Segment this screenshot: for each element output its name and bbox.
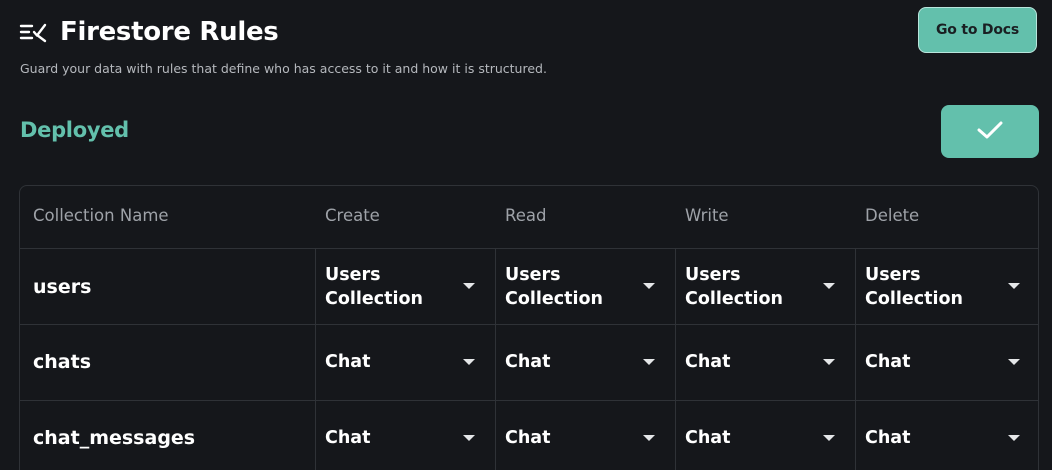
create-rule-select[interactable]: Chat [315,401,495,470]
select-value: Users Collection [505,265,603,309]
table-row: chats Chat Chat Chat Chat [20,325,1038,401]
delete-rule-select[interactable]: Chat [855,401,1038,470]
firestore-rules-page: Firestore Rules Guard your data with rul… [0,0,1052,470]
chevron-down-icon [463,359,475,365]
write-rule-select[interactable]: Chat [675,325,855,400]
create-rule-select[interactable]: Chat [315,325,495,400]
chevron-down-icon [643,359,655,365]
delete-rule-select[interactable]: Chat [855,325,1038,400]
page-title: Firestore Rules [60,17,279,47]
chevron-down-icon [823,435,835,441]
column-header-collection-name: Collection Name [33,206,169,225]
title-row: Firestore Rules [19,14,279,50]
collection-name: chat_messages [33,427,196,449]
column-header-write: Write [685,206,729,225]
select-value: Users Collection [685,265,783,309]
checkmark-icon [976,119,1004,145]
write-rule-select[interactable]: Users Collection [675,249,855,324]
chevron-down-icon [1008,435,1020,441]
go-to-docs-button[interactable]: Go to Docs [918,7,1037,53]
chevron-down-icon [463,435,475,441]
column-header-create: Create [325,206,380,225]
column-header-read: Read [505,206,547,225]
chevron-down-icon [643,435,655,441]
create-rule-select[interactable]: Users Collection [315,249,495,324]
chevron-down-icon [463,283,475,289]
select-value: Chat [325,352,371,372]
select-value: Chat [505,428,551,448]
read-rule-select[interactable]: Chat [495,325,675,400]
select-value: Users Collection [865,265,963,309]
chevron-down-icon [1008,283,1020,289]
select-value: Chat [325,428,371,448]
rules-table: Collection Name Create Read Write Delete… [19,185,1039,470]
chevron-down-icon [823,359,835,365]
select-value: Chat [865,428,911,448]
collection-name: chats [33,351,92,373]
select-value: Chat [685,428,731,448]
select-value: Chat [505,352,551,372]
chevron-down-icon [823,283,835,289]
select-value: Chat [685,352,731,372]
deploy-confirm-button[interactable] [941,105,1039,158]
select-value: Users Collection [325,265,423,309]
collection-name: users [33,276,92,298]
table-row: users Users Collection Users Collection … [20,249,1038,325]
read-rule-select[interactable]: Chat [495,401,675,470]
chevron-down-icon [1008,359,1020,365]
select-value: Chat [865,352,911,372]
chevron-down-icon [643,283,655,289]
write-rule-select[interactable]: Chat [675,401,855,470]
table-header: Collection Name Create Read Write Delete [20,186,1038,249]
rules-list-icon [19,21,49,43]
deployed-status-label: Deployed [20,118,129,142]
column-header-delete: Delete [865,206,920,225]
delete-rule-select[interactable]: Users Collection [855,249,1038,324]
page-subtitle: Guard your data with rules that define w… [20,61,547,76]
read-rule-select[interactable]: Users Collection [495,249,675,324]
table-row: chat_messages Chat Chat Chat Chat [20,401,1038,470]
